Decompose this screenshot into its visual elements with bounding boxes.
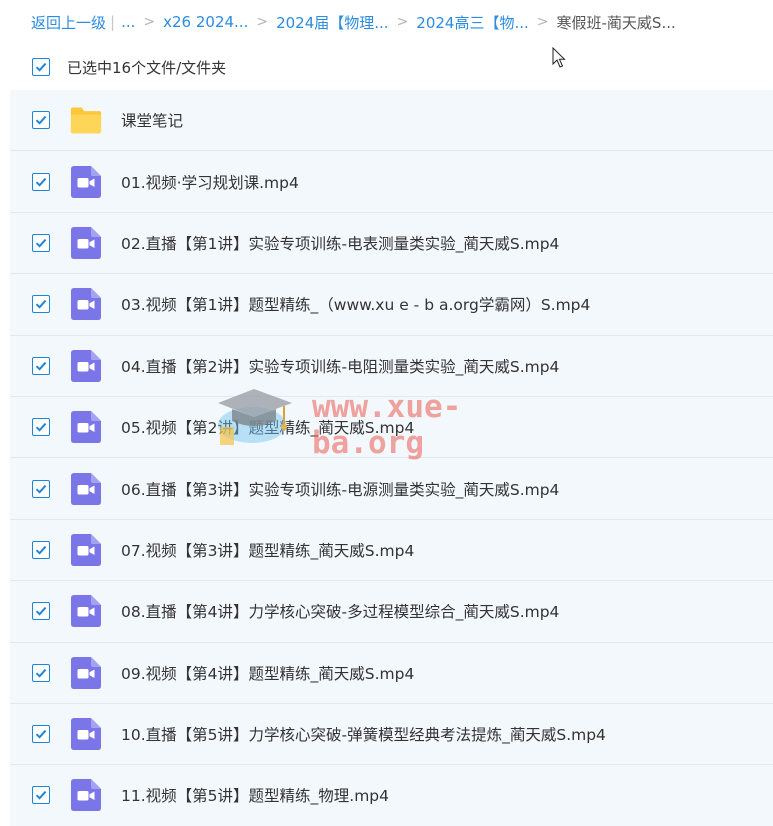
breadcrumb-pipe: | [110, 13, 116, 31]
video-file-icon [71, 779, 101, 812]
breadcrumb-ellipsis[interactable]: ... [121, 13, 135, 31]
file-name[interactable]: 01.视频·学习规划课.mp4 [121, 171, 299, 193]
file-name[interactable]: 08.直播【第4讲】力学核心突破-多过程模型综合_蔺天威S.mp4 [121, 600, 559, 622]
breadcrumb-separator: > [256, 14, 269, 30]
file-checkbox[interactable] [32, 663, 50, 682]
file-name[interactable]: 02.直播【第1讲】实验专项训练-电表测量类实验_蔺天威S.mp4 [121, 232, 559, 254]
checkmark-icon [35, 484, 47, 494]
checkmark-icon [35, 791, 47, 801]
checkmark-icon [35, 423, 47, 432]
checkmark-icon [35, 300, 47, 309]
file-name[interactable]: 05.视频【第2讲】题型精练_蔺天威S.mp4 [121, 416, 414, 438]
file-name[interactable]: 07.视频【第3讲】题型精练_蔺天威S.mp4 [121, 539, 414, 561]
video-file-icon [71, 472, 101, 505]
mouse-cursor-icon [552, 47, 566, 68]
video-file-icon [71, 349, 101, 382]
file-name[interactable]: 06.直播【第3讲】实验专项训练-电源测量类实验_蔺天威S.mp4 [121, 478, 559, 500]
file-row[interactable]: 09.视频【第4讲】题型精练_蔺天威S.mp4 [10, 642, 773, 704]
file-name[interactable]: 09.视频【第4讲】题型精练_蔺天威S.mp4 [121, 662, 414, 684]
video-file-icon [71, 656, 101, 689]
checkmark-icon [35, 116, 47, 125]
file-checkbox[interactable] [32, 540, 50, 559]
file-checkbox[interactable] [32, 479, 50, 498]
breadcrumb-item[interactable]: 2024届【物理... [276, 12, 388, 33]
checkmark-icon [35, 62, 47, 72]
checkmark-icon [35, 361, 47, 371]
file-list: 课堂笔记 01.视频·学习规划课.mp4 02.直播【第1讲】实验专项训练-电表测量… [10, 90, 773, 826]
breadcrumb-item[interactable]: 2024高三【物... [416, 12, 528, 33]
file-checkbox[interactable] [32, 786, 50, 805]
file-checkbox[interactable] [32, 111, 50, 130]
file-checkbox[interactable] [32, 233, 50, 252]
file-checkbox[interactable] [32, 172, 50, 191]
file-checkbox[interactable] [32, 602, 50, 621]
file-row[interactable]: 08.直播【第4讲】力学核心突破-多过程模型综合_蔺天威S.mp4 [10, 581, 773, 643]
file-checkbox[interactable] [32, 725, 50, 744]
file-name[interactable]: 11.视频【第5讲】题型精练_物理.mp4 [121, 784, 389, 806]
file-checkbox[interactable] [32, 356, 50, 375]
checkmark-icon [35, 668, 47, 678]
checkmark-icon [35, 177, 47, 187]
back-link[interactable]: 返回上一级 [31, 12, 106, 33]
checkmark-icon [35, 730, 47, 739]
file-checkbox[interactable] [32, 418, 50, 437]
checkmark-icon [35, 545, 47, 555]
video-file-icon [71, 226, 101, 259]
select-all-checkbox[interactable] [32, 58, 50, 76]
file-row[interactable]: 01.视频·学习规划课.mp4 [10, 151, 773, 213]
breadcrumb: 返回上一级 | ... > x26 2024... > 2024届【物理... … [31, 10, 676, 34]
file-row[interactable]: 02.直播【第1讲】实验专项训练-电表测量类实验_蔺天威S.mp4 [10, 212, 773, 275]
selection-bar: 已选中16个文件/文件夹 [0, 51, 773, 83]
file-row[interactable]: 10.直播【第5讲】力学核心突破-弹簧模型经典考法提炼_蔺天威S.mp4 [10, 703, 773, 766]
video-file-icon [71, 533, 101, 566]
video-file-icon [71, 718, 101, 751]
file-checkbox[interactable] [32, 295, 50, 314]
file-name[interactable]: 04.直播【第2讲】实验专项训练-电阻测量类实验_蔺天威S.mp4 [121, 355, 559, 377]
file-row[interactable]: 06.直播【第3讲】实验专项训练-电源测量类实验_蔺天威S.mp4 [10, 458, 773, 520]
file-row[interactable]: 07.视频【第3讲】题型精练_蔺天威S.mp4 [10, 519, 773, 582]
video-file-icon [71, 165, 101, 198]
file-name[interactable]: 10.直播【第5讲】力学核心突破-弹簧模型经典考法提炼_蔺天威S.mp4 [121, 723, 606, 745]
file-row[interactable]: 课堂笔记 [10, 90, 773, 152]
checkmark-icon [35, 238, 47, 248]
file-browser-page: 返回上一级 | ... > x26 2024... > 2024届【物理... … [0, 0, 773, 826]
file-name[interactable]: 03.视频【第1讲】题型精练_（www.xu e - b a.org学霸网）S.… [121, 293, 590, 315]
file-row[interactable]: 11.视频【第5讲】题型精练_物理.mp4 [10, 765, 773, 826]
breadcrumb-current: 寒假班-蔺天威S... [556, 13, 676, 32]
breadcrumb-item[interactable]: x26 2024... [163, 13, 248, 31]
video-file-icon [71, 411, 101, 444]
video-file-icon [71, 595, 101, 628]
file-row[interactable]: 03.视频【第1讲】题型精练_（www.xu e - b a.org学霸网）S.… [10, 274, 773, 336]
breadcrumb-separator: > [536, 14, 549, 30]
file-row[interactable]: 04.直播【第2讲】实验专项训练-电阻测量类实验_蔺天威S.mp4 [10, 335, 773, 397]
video-file-icon [71, 288, 101, 321]
selection-count-text: 已选中16个文件/文件夹 [67, 58, 227, 77]
file-name[interactable]: 课堂笔记 [121, 109, 183, 131]
checkmark-icon [35, 607, 47, 616]
breadcrumb-separator: > [396, 14, 409, 30]
breadcrumb-separator: > [143, 14, 156, 30]
file-row[interactable]: 05.视频【第2讲】题型精练_蔺天威S.mp4 [10, 396, 773, 459]
folder-icon [70, 107, 102, 134]
